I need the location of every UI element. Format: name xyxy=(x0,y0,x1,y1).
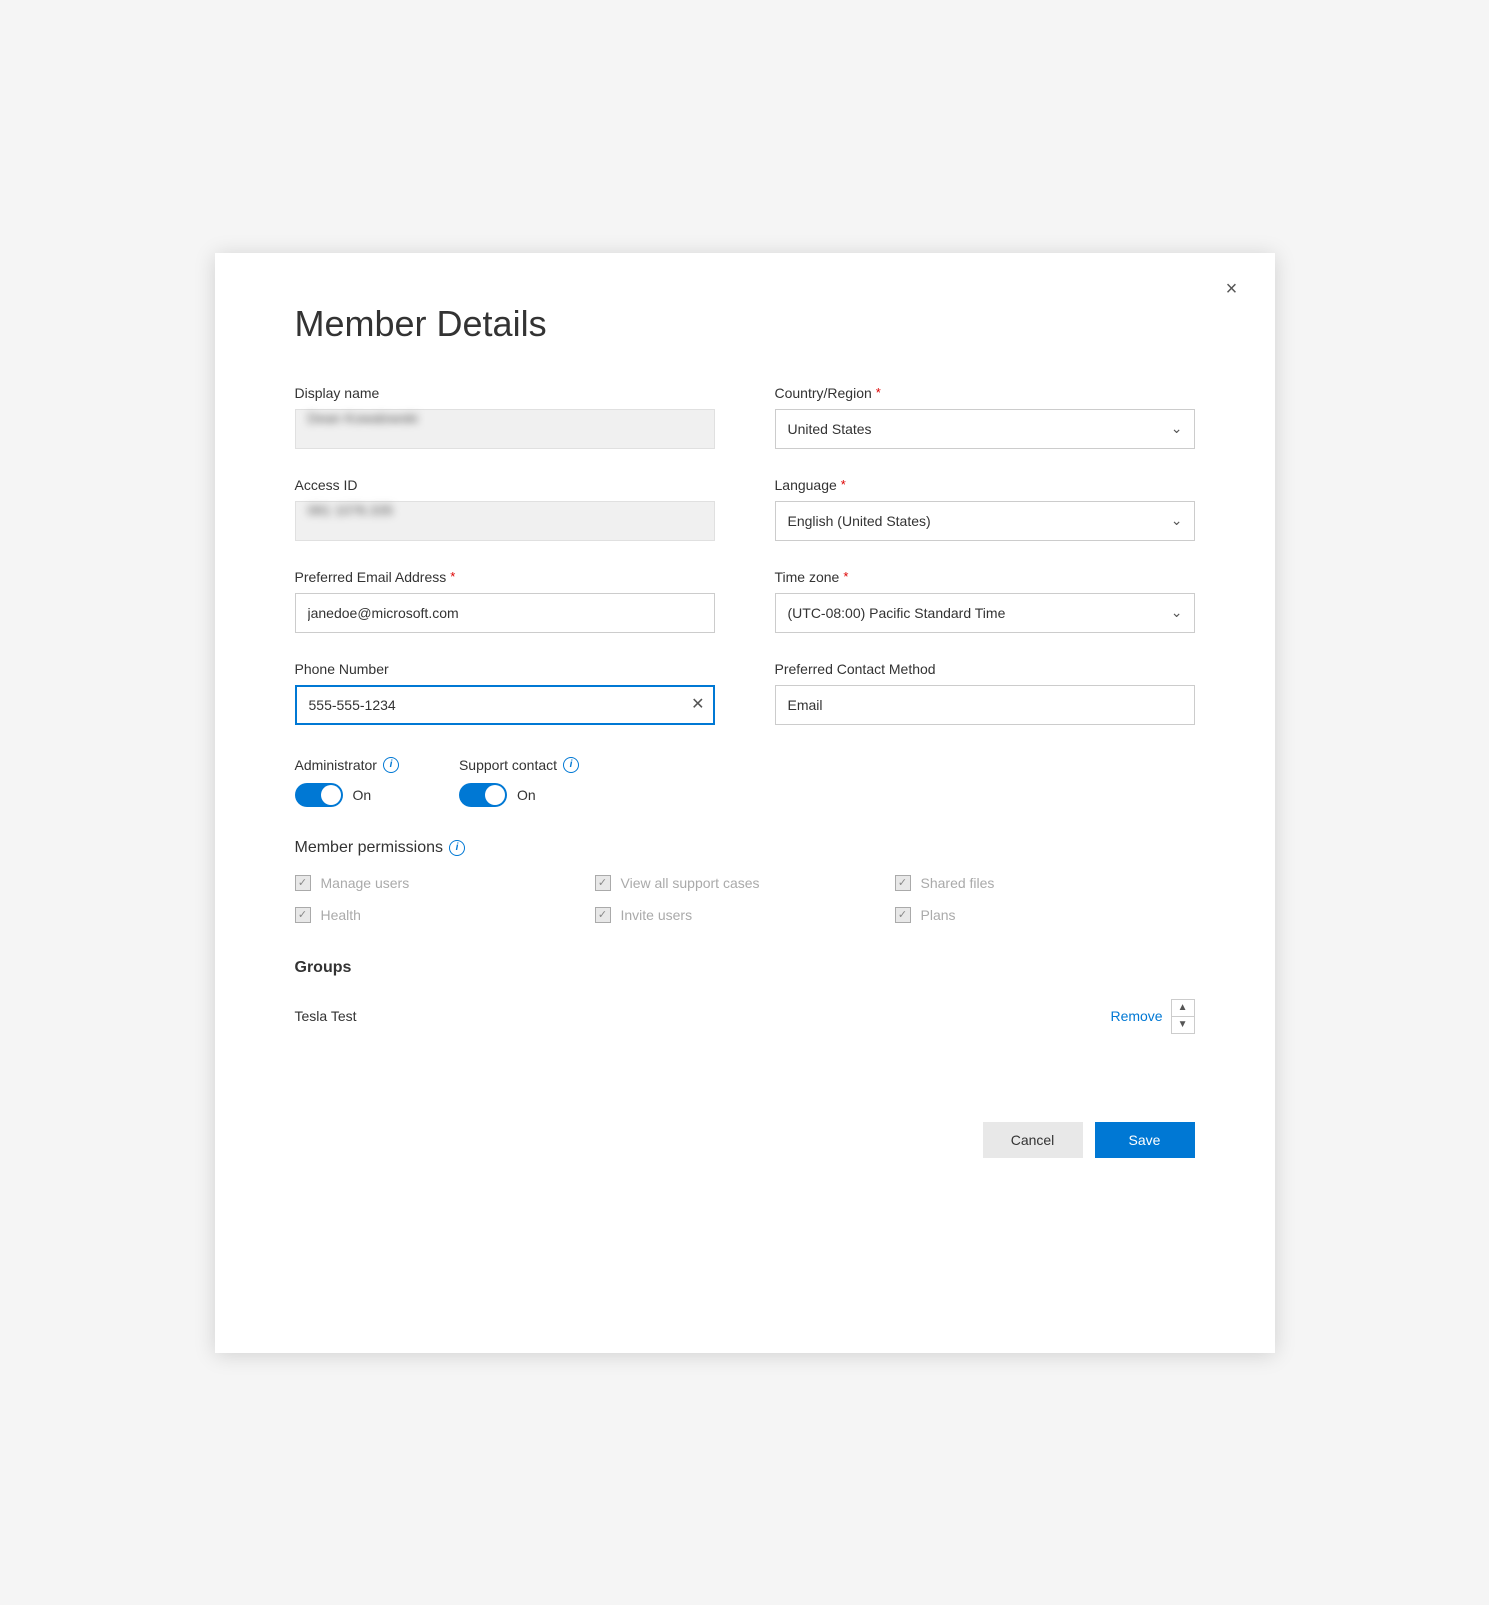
required-star: * xyxy=(876,385,881,400)
time-zone-select[interactable]: (UTC-08:00) Pacific Standard Time (UTC-0… xyxy=(775,593,1195,633)
health-checkbox[interactable]: ✓ xyxy=(295,907,311,923)
group-actions: Remove ▲ ▼ xyxy=(1110,999,1194,1034)
manage-users-checkbox[interactable]: ✓ xyxy=(295,875,311,891)
toggles-section: Administrator i On Support contact i On xyxy=(295,757,1195,807)
permission-plans: ✓ Plans xyxy=(895,907,1195,923)
group-row: Tesla Test Remove ▲ ▼ xyxy=(295,991,1195,1042)
administrator-toggle[interactable] xyxy=(295,783,343,807)
support-contact-toggle[interactable] xyxy=(459,783,507,807)
phone-number-clear-button[interactable]: ✕ xyxy=(691,697,704,713)
preferred-contact-select[interactable]: Email Phone xyxy=(775,685,1195,725)
view-support-cases-checkbox[interactable]: ✓ xyxy=(595,875,611,891)
country-region-label: Country/Region * xyxy=(775,385,1195,401)
save-button[interactable]: Save xyxy=(1095,1122,1195,1158)
country-region-wrapper: United States Canada United Kingdom ⌄ xyxy=(775,409,1195,449)
preferred-email-label: Preferred Email Address * xyxy=(295,569,715,585)
support-contact-label-row: Support contact i xyxy=(459,757,579,773)
language-group: Language * English (United States) Engli… xyxy=(775,477,1195,541)
permission-shared-files: ✓ Shared files xyxy=(895,875,1195,891)
support-contact-toggle-row: On xyxy=(459,783,579,807)
invite-users-label: Invite users xyxy=(621,907,693,923)
plans-checkbox[interactable]: ✓ xyxy=(895,907,911,923)
access-id-label: Access ID xyxy=(295,477,715,493)
groups-section: Groups Tesla Test Remove ▲ ▼ xyxy=(295,959,1195,1042)
permission-manage-users: ✓ Manage users xyxy=(295,875,595,891)
form-grid: Display name Dean Kowalowski Country/Reg… xyxy=(295,385,1195,725)
preferred-email-input[interactable] xyxy=(295,593,715,633)
phone-number-input[interactable] xyxy=(295,685,715,725)
preferred-contact-wrapper: Email Phone xyxy=(775,685,1195,725)
permissions-section: Member permissions i ✓ Manage users ✓ Vi… xyxy=(295,839,1195,923)
invite-users-check-icon: ✓ xyxy=(598,908,607,921)
page-title: Member Details xyxy=(295,303,1195,345)
manage-users-check-icon: ✓ xyxy=(298,876,307,889)
administrator-toggle-row: On xyxy=(295,783,399,807)
sort-down-button[interactable]: ▼ xyxy=(1172,1017,1194,1033)
member-details-dialog: × Member Details Display name Dean Kowal… xyxy=(215,253,1275,1353)
display-name-input: Dean Kowalowski xyxy=(295,409,715,449)
plans-check-icon: ✓ xyxy=(898,908,907,921)
administrator-label: Administrator xyxy=(295,757,377,773)
shared-files-label: Shared files xyxy=(921,875,995,891)
shared-files-check-icon: ✓ xyxy=(898,876,907,889)
administrator-label-row: Administrator i xyxy=(295,757,399,773)
permission-health: ✓ Health xyxy=(295,907,595,923)
access-id-group: Access ID 081 1076.335 xyxy=(295,477,715,541)
toggles-container: Administrator i On Support contact i On xyxy=(295,757,1195,807)
required-star-timezone: * xyxy=(843,569,848,584)
phone-number-wrapper: ✕ xyxy=(295,685,715,725)
permission-invite-users: ✓ Invite users xyxy=(595,907,895,923)
phone-number-group: Phone Number ✕ xyxy=(295,661,715,725)
health-check-icon: ✓ xyxy=(298,908,307,921)
country-region-group: Country/Region * United States Canada Un… xyxy=(775,385,1195,449)
invite-users-checkbox[interactable]: ✓ xyxy=(595,907,611,923)
required-star-language: * xyxy=(841,477,846,492)
support-contact-toggle-group: Support contact i On xyxy=(459,757,579,807)
support-contact-label: Support contact xyxy=(459,757,557,773)
display-name-label: Display name xyxy=(295,385,715,401)
group-name: Tesla Test xyxy=(295,1008,357,1024)
time-zone-group: Time zone * (UTC-08:00) Pacific Standard… xyxy=(775,569,1195,633)
preferred-contact-label: Preferred Contact Method xyxy=(775,661,1195,677)
display-name-blurred: Dean Kowalowski xyxy=(308,410,419,426)
preferred-email-group: Preferred Email Address * xyxy=(295,569,715,633)
support-contact-toggle-state: On xyxy=(517,787,536,803)
cancel-button[interactable]: Cancel xyxy=(983,1122,1083,1158)
footer: Cancel Save xyxy=(295,1122,1195,1158)
remove-button[interactable]: Remove xyxy=(1110,1008,1162,1024)
administrator-info-icon[interactable]: i xyxy=(383,757,399,773)
country-region-select[interactable]: United States Canada United Kingdom xyxy=(775,409,1195,449)
preferred-contact-group: Preferred Contact Method Email Phone xyxy=(775,661,1195,725)
plans-label: Plans xyxy=(921,907,956,923)
health-label: Health xyxy=(321,907,361,923)
groups-title: Groups xyxy=(295,959,1195,977)
language-wrapper: English (United States) English (United … xyxy=(775,501,1195,541)
view-support-cases-label: View all support cases xyxy=(621,875,760,891)
sort-controls: ▲ ▼ xyxy=(1171,999,1195,1034)
access-id-input: 081 1076.335 xyxy=(295,501,715,541)
permission-view-support-cases: ✓ View all support cases xyxy=(595,875,895,891)
close-button[interactable]: × xyxy=(1217,275,1247,305)
support-contact-info-icon[interactable]: i xyxy=(563,757,579,773)
time-zone-wrapper: (UTC-08:00) Pacific Standard Time (UTC-0… xyxy=(775,593,1195,633)
permissions-info-icon[interactable]: i xyxy=(449,840,465,856)
manage-users-label: Manage users xyxy=(321,875,410,891)
administrator-toggle-state: On xyxy=(353,787,372,803)
language-label: Language * xyxy=(775,477,1195,493)
display-name-group: Display name Dean Kowalowski xyxy=(295,385,715,449)
access-id-blurred: 081 1076.335 xyxy=(308,502,394,518)
view-support-cases-check-icon: ✓ xyxy=(598,876,607,889)
permissions-grid: ✓ Manage users ✓ View all support cases … xyxy=(295,875,1195,923)
required-star-email: * xyxy=(450,569,455,584)
permissions-title: Member permissions i xyxy=(295,839,1195,857)
time-zone-label: Time zone * xyxy=(775,569,1195,585)
administrator-toggle-group: Administrator i On xyxy=(295,757,399,807)
sort-up-button[interactable]: ▲ xyxy=(1172,1000,1194,1016)
phone-number-label: Phone Number xyxy=(295,661,715,677)
shared-files-checkbox[interactable]: ✓ xyxy=(895,875,911,891)
language-select[interactable]: English (United States) English (United … xyxy=(775,501,1195,541)
